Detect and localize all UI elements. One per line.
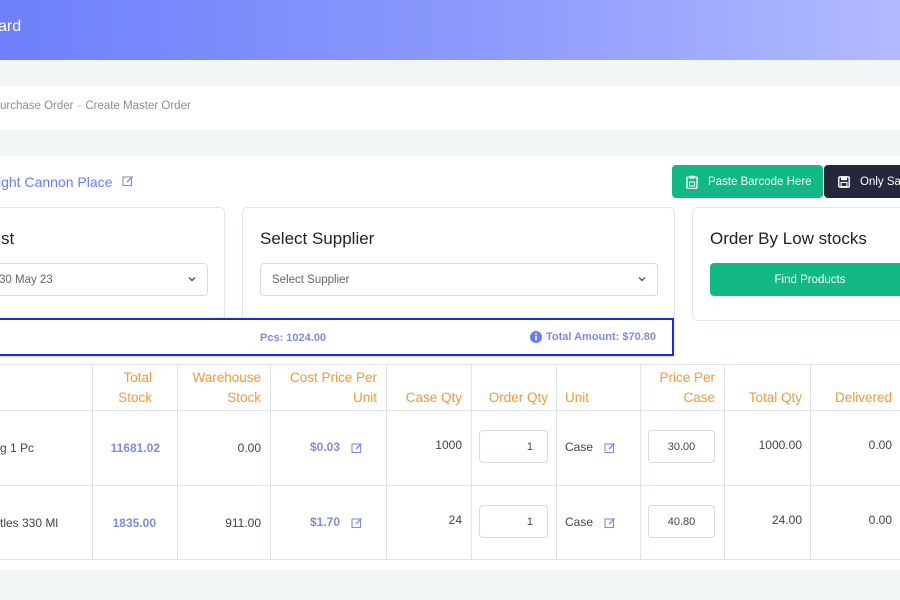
low-stock-card-title: Order By Low stocks <box>710 229 867 248</box>
table-border <box>0 559 900 560</box>
save-icon <box>838 175 850 188</box>
th-total-stock-line2: Stock <box>118 390 152 405</box>
th-case-qty: Case Qty <box>405 390 462 405</box>
row2-total-qty: 24.00 <box>771 513 802 527</box>
th-total-qty: Total Qty <box>748 390 802 405</box>
chevron-down-icon <box>638 277 646 282</box>
row1-unit-value: Case <box>565 440 594 454</box>
row1-product: g 1 Pc <box>0 441 35 455</box>
th-warehouse-stock: Warehouse Stock <box>177 368 261 408</box>
supplier-select[interactable]: Select Supplier <box>260 263 658 296</box>
row1-unit: Case <box>565 440 616 454</box>
th-price-per-case-line1: Price Per <box>659 370 715 385</box>
store-name-text: ight Cannon Place <box>0 174 113 190</box>
supplier-card: Select Supplier Select Supplier <box>242 207 675 321</box>
row1-delivered: 0.00 <box>868 438 892 452</box>
row1-warehouse-stock: 0.00 <box>237 441 261 455</box>
th-delivered: Delivered <box>834 390 892 405</box>
th-unit: Unit <box>565 390 590 405</box>
pcs-total: Pcs: 1024.00 <box>260 332 327 344</box>
row1-total-qty: 1000.00 <box>758 438 802 452</box>
row1-price-per-case-input[interactable]: 30.00 <box>648 430 715 463</box>
row1-cost-price-value: $0.03 <box>310 440 341 454</box>
row2-total-stock: 1835.00 <box>112 516 156 530</box>
date-card-title: st <box>1 229 15 248</box>
row2-cost-price-value: $1.70 <box>310 515 341 529</box>
row2-product: tles 330 Ml <box>0 516 59 530</box>
row2-delivered: 0.00 <box>868 513 892 527</box>
table-border <box>0 410 900 411</box>
date-select[interactable]: 30 May 23 <box>0 263 208 296</box>
row2-case-qty: 24 <box>448 513 462 527</box>
total-amount-text: Total Amount: $70.80 <box>546 331 657 343</box>
row2-price-per-case-input[interactable]: 40.80 <box>648 505 715 538</box>
only-save-label: Only Sa <box>860 175 900 188</box>
table-border <box>0 485 900 486</box>
breadcrumb-create-master-order: Create Master Order <box>85 100 191 112</box>
supplier-card-title: Select Supplier <box>260 229 375 248</box>
chevron-down-icon <box>188 277 196 282</box>
th-warehouse-stock-line2: Stock <box>227 390 261 405</box>
th-total-stock: Total Stock <box>92 368 152 408</box>
breadcrumb-purchase-order[interactable]: urchase Order <box>0 100 74 112</box>
breadcrumb-bar: urchase Order - Create Master Order <box>0 86 900 130</box>
clipboard-icon <box>686 175 698 189</box>
th-cost-price-line2: Unit <box>352 390 377 405</box>
low-stock-card: Order By Low stocks Find Products <box>692 207 900 321</box>
row2-order-qty-input[interactable]: 1 <box>479 505 548 538</box>
table-border <box>0 364 900 365</box>
th-total-stock-line1: Total <box>123 370 152 385</box>
th-price-per-case-line2: Case <box>683 390 715 405</box>
th-cost-price-line1: Cost Price Per <box>289 370 377 385</box>
table-divider <box>556 364 557 560</box>
row2-warehouse-stock: 911.00 <box>225 516 261 530</box>
top-bar: ard <box>0 0 900 60</box>
th-warehouse-stock-line1: Warehouse <box>192 370 261 385</box>
edit-icon[interactable] <box>604 517 616 529</box>
row1-total-stock: 11681.02 <box>110 441 160 455</box>
th-order-qty: Order Qty <box>488 390 548 405</box>
supplier-select-value: Select Supplier <box>272 273 350 286</box>
paste-barcode-button[interactable]: Paste Barcode Here <box>672 165 823 198</box>
find-products-button[interactable]: Find Products <box>710 263 900 296</box>
row1-order-qty-input[interactable]: 1 <box>479 430 548 463</box>
info-icon <box>530 331 542 343</box>
row2-cost-price: $1.70 <box>310 515 363 529</box>
store-name: ight Cannon Place <box>0 174 134 190</box>
order-table: Total Stock Warehouse Stock Cost Price P… <box>0 364 900 560</box>
date-select-value: 30 May 23 <box>0 273 53 286</box>
edit-icon[interactable] <box>351 442 363 454</box>
find-products-label: Find Products <box>774 273 846 286</box>
app-title: ard <box>0 18 22 35</box>
order-summary: Pcs: 1024.00 Total Amount: $70.80 <box>0 318 674 356</box>
row1-case-qty: 1000 <box>435 438 462 452</box>
row2-unit-value: Case <box>565 515 594 529</box>
date-card: st 30 May 23 <box>0 207 225 321</box>
th-cost-price: Cost Price Per Unit <box>270 368 377 408</box>
breadcrumb: urchase Order - Create Master Order <box>0 100 191 112</box>
only-save-button[interactable]: Only Sa <box>824 165 900 198</box>
th-price-per-case: Price Per Case <box>640 368 715 408</box>
paste-barcode-label: Paste Barcode Here <box>708 175 812 188</box>
edit-icon[interactable] <box>351 517 363 529</box>
row2-unit: Case <box>565 515 616 529</box>
breadcrumb-separator: - <box>77 100 82 112</box>
row1-cost-price: $0.03 <box>310 440 363 454</box>
total-amount: Total Amount: $70.80 <box>530 331 656 343</box>
edit-icon[interactable] <box>604 442 616 454</box>
edit-icon[interactable] <box>122 174 134 190</box>
